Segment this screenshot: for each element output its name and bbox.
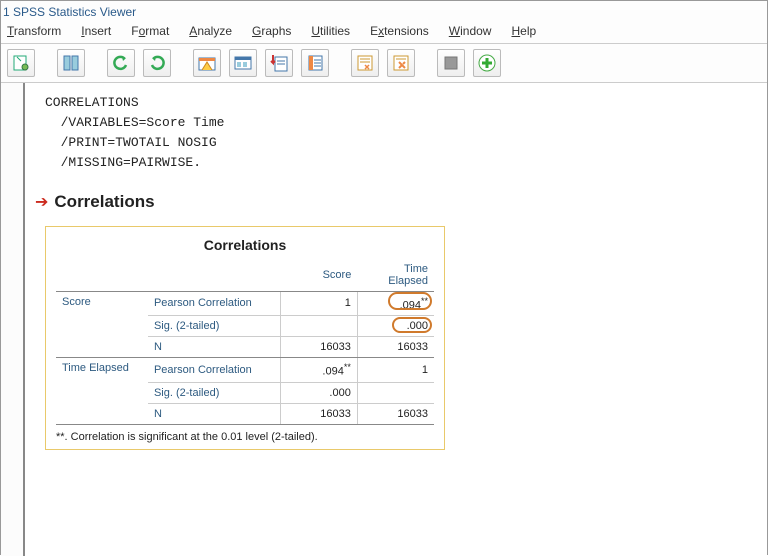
output-content: CORRELATIONS /VARIABLES=Score Time /PRIN… — [25, 83, 767, 556]
cell-value: 16033 — [281, 403, 358, 424]
variables-button[interactable] — [301, 49, 329, 77]
window-title: 1 SPSS Statistics Viewer — [1, 1, 767, 21]
cell-value: .000 — [281, 382, 358, 403]
table-footnote: **. Correlation is significant at the 0.… — [56, 429, 434, 443]
cell-value: .094** — [281, 358, 358, 383]
cell-value: 1 — [281, 291, 358, 316]
syntax-block: CORRELATIONS /VARIABLES=Score Time /PRIN… — [45, 93, 751, 174]
toolbar — [1, 44, 767, 83]
row-var-time: Time Elapsed — [56, 358, 148, 425]
correlations-table: Score Time Elapsed Score Pearson Correla… — [56, 259, 434, 425]
menubar: Transform Insert Format Analyze Graphs U… — [1, 21, 767, 44]
menu-help[interactable]: Help — [511, 24, 536, 38]
stat-label: N — [148, 403, 281, 424]
col-header-score: Score — [281, 259, 358, 292]
cell-value: 16033 — [357, 403, 434, 424]
cell-value: 1 — [357, 358, 434, 383]
cell-value: .000 — [357, 316, 434, 337]
dialog-recall-button[interactable] — [57, 49, 85, 77]
undo-button[interactable] — [107, 49, 135, 77]
cell-value: .094** — [357, 291, 434, 316]
stat-label: Sig. (2-tailed) — [148, 382, 281, 403]
designate-window-button[interactable] — [387, 49, 415, 77]
outline-gutter[interactable] — [1, 83, 25, 556]
cell-value: 16033 — [281, 337, 358, 358]
menu-insert[interactable]: Insert — [81, 24, 111, 38]
section-heading: ➔ Correlations — [35, 192, 751, 212]
stat-label: N — [148, 337, 281, 358]
cell-value: 16033 — [357, 337, 434, 358]
cell-value — [357, 382, 434, 403]
pivot-table-container[interactable]: Correlations Score Time Elapsed Score Pe… — [45, 226, 445, 450]
pivot-title: Correlations — [56, 237, 434, 253]
section-title: Correlations — [54, 192, 154, 212]
redo-button[interactable] — [143, 49, 171, 77]
print-preview-button[interactable] — [7, 49, 35, 77]
add-button[interactable] — [473, 49, 501, 77]
stat-label: Pearson Correlation — [148, 291, 281, 316]
goto-case-button[interactable] — [265, 49, 293, 77]
goto-variable-button[interactable] — [229, 49, 257, 77]
row-var-score: Score — [56, 291, 148, 358]
menu-extensions[interactable]: Extensions — [370, 24, 429, 38]
menu-transform[interactable]: Transform — [7, 24, 61, 38]
cell-value — [281, 316, 358, 337]
menu-analyze[interactable]: Analyze — [189, 24, 232, 38]
menu-utilities[interactable]: Utilities — [311, 24, 350, 38]
menu-window[interactable]: Window — [449, 24, 492, 38]
select-last-output-button[interactable] — [351, 49, 379, 77]
stat-label: Sig. (2-tailed) — [148, 316, 281, 337]
menu-format[interactable]: Format — [131, 24, 169, 38]
menu-graphs[interactable]: Graphs — [252, 24, 291, 38]
stop-button[interactable] — [437, 49, 465, 77]
goto-data-button[interactable] — [193, 49, 221, 77]
arrow-icon: ➔ — [35, 192, 48, 212]
stat-label: Pearson Correlation — [148, 358, 281, 383]
col-header-time: Time Elapsed — [357, 259, 434, 292]
